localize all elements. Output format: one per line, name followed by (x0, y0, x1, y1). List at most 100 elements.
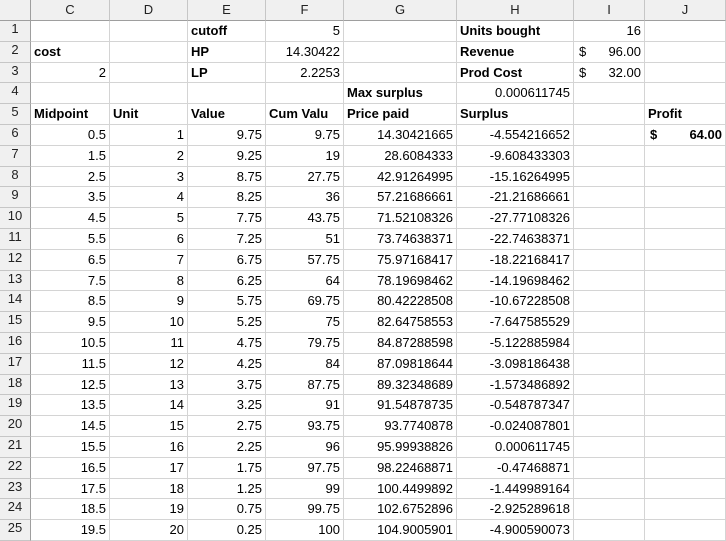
row-header[interactable]: 18 (0, 374, 31, 396)
cell-I5[interactable] (574, 104, 645, 125)
cell-H6[interactable]: -4.554216652 (457, 124, 574, 146)
cell-D7[interactable]: 2 (110, 145, 188, 167)
cell-G16[interactable]: 84.87288598 (344, 332, 457, 354)
row-header[interactable]: 8 (0, 166, 31, 188)
cell-D11[interactable]: 6 (110, 228, 188, 250)
cell-C22[interactable]: 16.5 (31, 457, 110, 479)
cell-E14[interactable]: 5.75 (188, 291, 266, 313)
cell-C15[interactable]: 9.5 (31, 312, 110, 333)
cell-F16[interactable]: 79.75 (266, 332, 344, 354)
cell-E9[interactable]: 8.25 (188, 187, 266, 209)
cell-G25[interactable]: 104.9005901 (344, 520, 457, 541)
cell-H1[interactable]: Units bought (457, 21, 574, 42)
cell-E8[interactable]: 8.75 (188, 166, 266, 188)
cell-C6[interactable]: 0.5 (31, 124, 110, 146)
cell-E10[interactable]: 7.75 (188, 208, 266, 229)
cell-C18[interactable]: 12.5 (31, 374, 110, 396)
cell-I17[interactable] (574, 353, 645, 375)
cell-G9[interactable]: 57.21686661 (344, 187, 457, 209)
cell-E13[interactable]: 6.25 (188, 270, 266, 292)
cell-J1[interactable] (645, 21, 726, 42)
cell-F23[interactable]: 99 (266, 478, 344, 500)
cell-D17[interactable]: 12 (110, 353, 188, 375)
cell-G8[interactable]: 42.91264995 (344, 166, 457, 188)
row-header[interactable]: 14 (0, 291, 31, 313)
row-header[interactable]: 10 (0, 208, 31, 229)
cell-E19[interactable]: 3.25 (188, 395, 266, 417)
cell-E7[interactable]: 9.25 (188, 145, 266, 167)
cell-J5[interactable]: Profit (645, 104, 726, 125)
cell-J16[interactable] (645, 332, 726, 354)
cell-F3[interactable]: 2.2253 (266, 62, 344, 84)
cell-H17[interactable]: -3.098186438 (457, 353, 574, 375)
cell-F17[interactable]: 84 (266, 353, 344, 375)
cell-F22[interactable]: 97.75 (266, 457, 344, 479)
row-header[interactable]: 17 (0, 353, 31, 375)
cell-D22[interactable]: 17 (110, 457, 188, 479)
cell-J22[interactable] (645, 457, 726, 479)
cell-G18[interactable]: 89.32348689 (344, 374, 457, 396)
cell-G21[interactable]: 95.99938826 (344, 436, 457, 458)
cell-D5[interactable]: Unit (110, 104, 188, 125)
cell-E21[interactable]: 2.25 (188, 436, 266, 458)
cell-E23[interactable]: 1.25 (188, 478, 266, 500)
cell-D16[interactable]: 11 (110, 332, 188, 354)
cell-E4[interactable] (188, 83, 266, 105)
cell-J4[interactable] (645, 83, 726, 105)
cell-G2[interactable] (344, 41, 457, 63)
cell-C2[interactable]: cost (31, 41, 110, 63)
row-header[interactable]: 13 (0, 270, 31, 292)
cell-D10[interactable]: 5 (110, 208, 188, 229)
cell-G14[interactable]: 80.42228508 (344, 291, 457, 313)
row-header[interactable]: 21 (0, 436, 31, 458)
row-header[interactable]: 1 (0, 21, 31, 42)
cell-G10[interactable]: 71.52108326 (344, 208, 457, 229)
cell-G17[interactable]: 87.09818644 (344, 353, 457, 375)
row-header[interactable]: 11 (0, 228, 31, 250)
cell-E1[interactable]: cutoff (188, 21, 266, 42)
row-header[interactable]: 22 (0, 457, 31, 479)
cell-F13[interactable]: 64 (266, 270, 344, 292)
row-header[interactable]: 7 (0, 145, 31, 167)
cell-D21[interactable]: 16 (110, 436, 188, 458)
cell-G24[interactable]: 102.6752896 (344, 499, 457, 521)
cell-G13[interactable]: 78.19698462 (344, 270, 457, 292)
cell-D12[interactable]: 7 (110, 249, 188, 271)
cell-F1[interactable]: 5 (266, 21, 344, 42)
cell-I14[interactable] (574, 291, 645, 313)
cell-E18[interactable]: 3.75 (188, 374, 266, 396)
cell-J17[interactable] (645, 353, 726, 375)
row-header[interactable]: 24 (0, 499, 31, 521)
cell-F12[interactable]: 57.75 (266, 249, 344, 271)
cell-E5[interactable]: Value (188, 104, 266, 125)
cell-J11[interactable] (645, 228, 726, 250)
cell-C11[interactable]: 5.5 (31, 228, 110, 250)
cell-F7[interactable]: 19 (266, 145, 344, 167)
cell-I13[interactable] (574, 270, 645, 292)
cell-E16[interactable]: 4.75 (188, 332, 266, 354)
cell-E24[interactable]: 0.75 (188, 499, 266, 521)
cell-D4[interactable] (110, 83, 188, 105)
cell-J20[interactable] (645, 416, 726, 437)
column-header[interactable]: E (188, 0, 266, 21)
cell-H14[interactable]: -10.67228508 (457, 291, 574, 313)
cell-C23[interactable]: 17.5 (31, 478, 110, 500)
row-header[interactable]: 5 (0, 104, 31, 125)
cell-G1[interactable] (344, 21, 457, 42)
cell-I9[interactable] (574, 187, 645, 209)
cell-J6[interactable]: $64.00 (645, 124, 726, 146)
cell-J3[interactable] (645, 62, 726, 84)
cell-I1[interactable]: 16 (574, 21, 645, 42)
cell-D25[interactable]: 20 (110, 520, 188, 541)
cell-H8[interactable]: -15.16264995 (457, 166, 574, 188)
cell-E2[interactable]: HP (188, 41, 266, 63)
cell-G12[interactable]: 75.97168417 (344, 249, 457, 271)
cell-F24[interactable]: 99.75 (266, 499, 344, 521)
column-header[interactable]: G (344, 0, 457, 21)
cell-G20[interactable]: 93.7740878 (344, 416, 457, 437)
cell-H10[interactable]: -27.77108326 (457, 208, 574, 229)
cell-I6[interactable] (574, 124, 645, 146)
cell-C12[interactable]: 6.5 (31, 249, 110, 271)
cell-D1[interactable] (110, 21, 188, 42)
cell-C24[interactable]: 18.5 (31, 499, 110, 521)
